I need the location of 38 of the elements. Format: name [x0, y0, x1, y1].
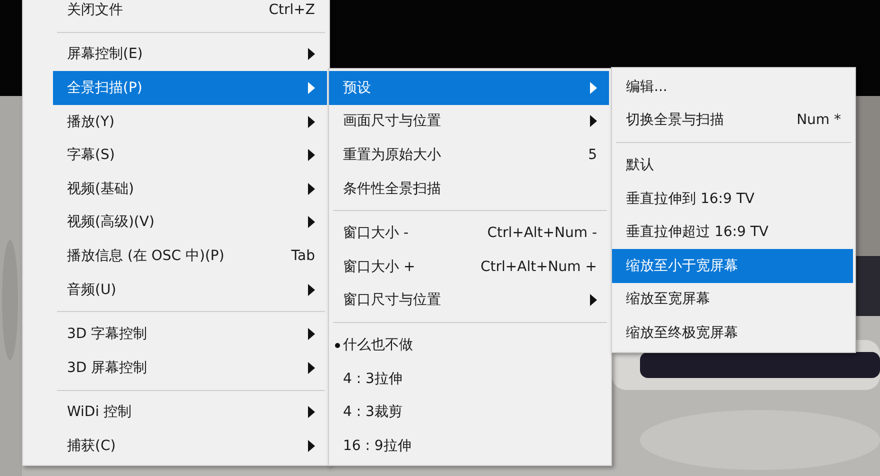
menu-item[interactable]: 默认	[612, 148, 853, 182]
menu-item[interactable]: 16 : 9拉伸	[329, 428, 609, 463]
menu-item[interactable]: 窗口大小 - Ctrl+Alt+Num -	[329, 216, 609, 250]
menu-item[interactable]: WiDi 控制	[53, 396, 327, 430]
menu-item[interactable]: 垂直拉伸到 16:9 TV	[612, 182, 853, 216]
menu-item[interactable]: 缩放至终极宽屏幕	[612, 316, 853, 350]
shortcut-label: Ctrl+Alt+Num -	[487, 225, 597, 242]
menu-item[interactable]: 切换全景与扫描 Num *	[612, 104, 853, 138]
menu-item[interactable]: 3D 字幕控制	[53, 317, 327, 351]
shortcut-label: Ctrl+Z	[268, 2, 315, 18]
shortcut-label: 5	[588, 146, 597, 163]
menu-item[interactable]: 什么也不做	[329, 328, 609, 362]
menu-item[interactable]: 重置为原始大小 5	[329, 138, 609, 172]
menu-item[interactable]: 视频(高级)(V)	[53, 206, 327, 240]
menu-item[interactable]: 4 : 3裁剪	[329, 395, 609, 429]
shortcut-label: Tab	[291, 248, 315, 264]
shortcut-label: Ctrl+Alt+Num +	[480, 258, 597, 275]
menu-item[interactable]: 画面尺寸与位置	[329, 104, 609, 138]
menu-item[interactable]: 音频(U)	[53, 272, 327, 306]
menu-item[interactable]: 3D 屏幕控制	[53, 350, 327, 385]
menu-item[interactable]: 预设	[329, 71, 609, 105]
menu-item[interactable]: 垂直拉伸超过 16:9 TV	[612, 215, 853, 249]
menu-item[interactable]: 捕获(C)	[53, 429, 327, 463]
menu-item[interactable]: 条件性全景扫描	[329, 172, 609, 206]
menu-item[interactable]: 4 : 3拉伸	[329, 362, 609, 396]
menu-item[interactable]: 播放(Y)	[53, 104, 327, 138]
menu-item[interactable]: 字幕(S)	[53, 138, 327, 172]
menu-item[interactable]: 播放信息 (在 OSC 中)(P) Tab	[53, 239, 327, 273]
menu-item[interactable]: 关闭文件 Ctrl+Z	[53, 0, 327, 27]
menu-item[interactable]: 屏幕控制(E)	[53, 38, 327, 72]
menu-item[interactable]: 窗口大小 + Ctrl+Alt+Num +	[329, 250, 609, 284]
menu-item[interactable]: 缩放至小于宽屏幕	[612, 248, 853, 283]
menu-item[interactable]: 窗口尺寸与位置	[329, 284, 609, 318]
menu-item[interactable]: 全景扫描(P)	[53, 71, 327, 105]
menu-item[interactable]: 视频(基础)	[53, 172, 327, 206]
shortcut-label: Num *	[796, 112, 841, 128]
menu-item[interactable]: 缩放至宽屏幕	[612, 282, 853, 316]
menu-item[interactable]: 编辑...	[612, 70, 853, 104]
